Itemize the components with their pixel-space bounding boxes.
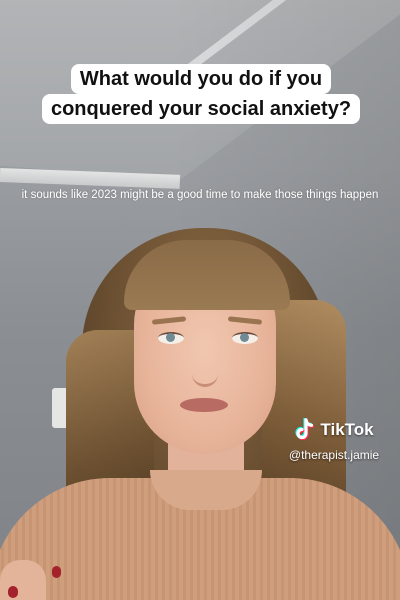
tiktok-brand: TikTok	[320, 420, 374, 439]
caption-text: it sounds like 2023 might be a good time…	[21, 189, 379, 201]
fingernail	[52, 566, 61, 578]
fingernail	[8, 586, 18, 598]
video-frame[interactable]: What would you do if you conquered your …	[0, 0, 400, 600]
creator-handle: @therapist.jamie	[288, 448, 380, 462]
mouth	[180, 398, 228, 412]
nose	[192, 350, 218, 387]
question-overlay: What would you do if you conquered your …	[30, 64, 372, 124]
question-line-1: What would you do if you	[70, 64, 332, 94]
question-line-2: conquered your social anxiety?	[41, 94, 361, 124]
tiktok-brand-row: TikTok	[272, 418, 396, 442]
iris-right	[240, 333, 249, 342]
tiktok-watermark: TikTok @therapist.jamie	[272, 418, 396, 462]
tiktok-logo-icon	[294, 418, 316, 442]
hand	[0, 560, 46, 600]
iris-left	[166, 333, 175, 342]
